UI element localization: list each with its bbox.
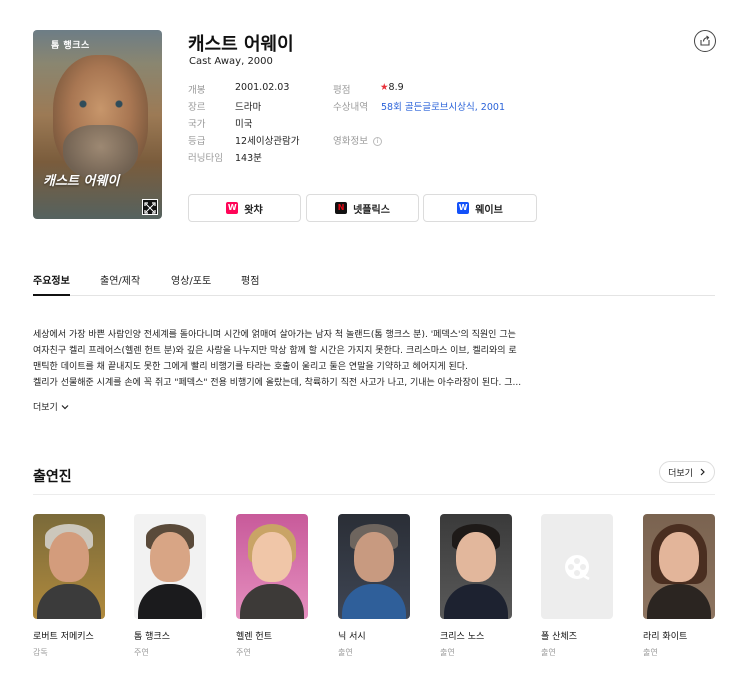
grade-value: 12세이상관람가 [235,136,300,147]
runtime-value: 143분 [235,153,262,164]
cast-card[interactable]: 닉 서시 출연 [338,514,410,658]
watcha-logo-icon: W [226,202,239,214]
tab-video-photo[interactable]: 영상/포토 [171,272,211,287]
cast-photo [33,514,105,619]
synopsis-line: 맨틱한 데이트를 채 끝내지도 못한 그에게 빨리 비행기를 타라는 호출이 울… [33,362,468,372]
movieinfo-label: 영화정보 [333,136,368,147]
country-value: 미국 [235,119,253,130]
cast-role: 출연 [643,648,658,657]
cast-name: 폴 산체즈 [541,632,577,642]
cast-name: 로버트 저메키스 [33,632,94,642]
cast-card[interactable]: 톰 행크스 주연 [134,514,206,658]
ott-wavve-button[interactable]: W 웨이브 [423,194,537,222]
cast-name: 톰 행크스 [134,632,170,642]
tab-rating[interactable]: 평점 [241,272,259,287]
expand-icon[interactable] [142,199,158,215]
movie-poster[interactable]: 톰 행크스 캐스트 어웨이 [33,30,162,219]
synopsis: 세상에서 가장 바쁜 사람인양 전세계를 돌아다니며 시간에 얽매여 살아가는 … [33,327,533,391]
tab-main-info[interactable]: 주요정보 [33,272,70,287]
wavve-logo-icon: W [457,202,470,214]
info-release: 개봉 [188,85,206,96]
poster-top-text: 톰 행크스 [51,41,90,51]
cast-heading: 출연진 [33,469,72,485]
cast-role: 주연 [236,648,251,657]
active-tab-indicator [33,294,70,296]
info-genre-label: 장르 [188,102,206,113]
release-date: 2001.02.03 [235,82,290,93]
cast-more-button[interactable]: 더보기 [659,461,715,483]
cast-role: 출연 [440,648,455,657]
cast-photo [440,514,512,619]
cast-name: 라리 화이트 [643,632,688,642]
cast-name: 헬렌 헌트 [236,632,272,642]
netflix-logo-icon: N [335,202,348,214]
ott-netflix-button[interactable]: N 넷플릭스 [306,194,419,222]
info-country-label: 국가 [188,119,206,130]
cast-role: 주연 [134,648,149,657]
cast-photo [236,514,308,619]
cast-role: 감독 [33,648,48,657]
movie-info: 영화정보 i [333,133,382,147]
cast-card[interactable]: 헬렌 헌트 주연 [236,514,308,658]
chevron-down-icon [61,404,69,409]
rating: ★8.9 [380,82,404,93]
cast-photo-placeholder [541,514,613,619]
rating-value: 8.9 [388,82,404,93]
synopsis-more-button[interactable]: 더보기 [33,400,69,413]
ott-label: 넷플릭스 [353,204,390,216]
poster-title-text: 캐스트 어웨이 [43,174,120,189]
page-title: 캐스트 어웨이 [188,34,294,55]
cast-card[interactable]: 폴 산체즈 출연 [541,514,613,658]
cast-role: 출연 [338,648,353,657]
ott-label: 왓챠 [244,204,263,216]
share-icon [700,35,710,46]
cast-photo [338,514,410,619]
ott-label: 웨이브 [475,204,503,216]
info-grade-label: 등급 [188,136,206,147]
synopsis-line: 켈리가 선물해준 시계를 손에 꼭 쥐고 "페덱스" 전용 비행기에 올랐는데,… [33,378,522,388]
cast-card[interactable]: 로버트 저메키스 감독 [33,514,105,658]
cast-name: 크리스 노스 [440,632,485,642]
tab-bar: 주요정보 출연/제작 영상/포토 평점 [33,270,715,296]
chevron-right-icon [700,468,705,476]
info-icon[interactable]: i [373,137,382,146]
movie-subtitle: Cast Away, 2000 [189,56,273,67]
award-link[interactable]: 58회 골든글로브시상식, 2001 [381,102,505,113]
cast-photo [643,514,715,619]
cast-photo [134,514,206,619]
cast-card[interactable]: 크리스 노스 출연 [440,514,512,658]
share-button[interactable] [694,30,716,52]
cast-role: 출연 [541,648,556,657]
cast-card[interactable]: 라리 화이트 출연 [643,514,715,658]
award-label: 수상내역 [333,102,368,113]
genre-value: 드라마 [235,102,262,113]
film-reel-icon [565,554,590,580]
synopsis-line: 세상에서 가장 바쁜 사람인양 전세계를 돌아다니며 시간에 얽매여 살아가는 … [33,330,516,340]
ott-watcha-button[interactable]: W 왓챠 [188,194,301,222]
info-runtime-label: 러닝타임 [188,153,223,164]
tab-cast-crew[interactable]: 출연/제작 [100,272,140,287]
synopsis-line: 여자친구 켈리 프레어스(헬렌 헌트 분)와 깊은 사랑을 나누지만 막상 함께… [33,346,517,356]
rating-label: 평점 [333,85,351,96]
cast-name: 닉 서시 [338,632,366,642]
star-icon: ★ [380,82,389,93]
